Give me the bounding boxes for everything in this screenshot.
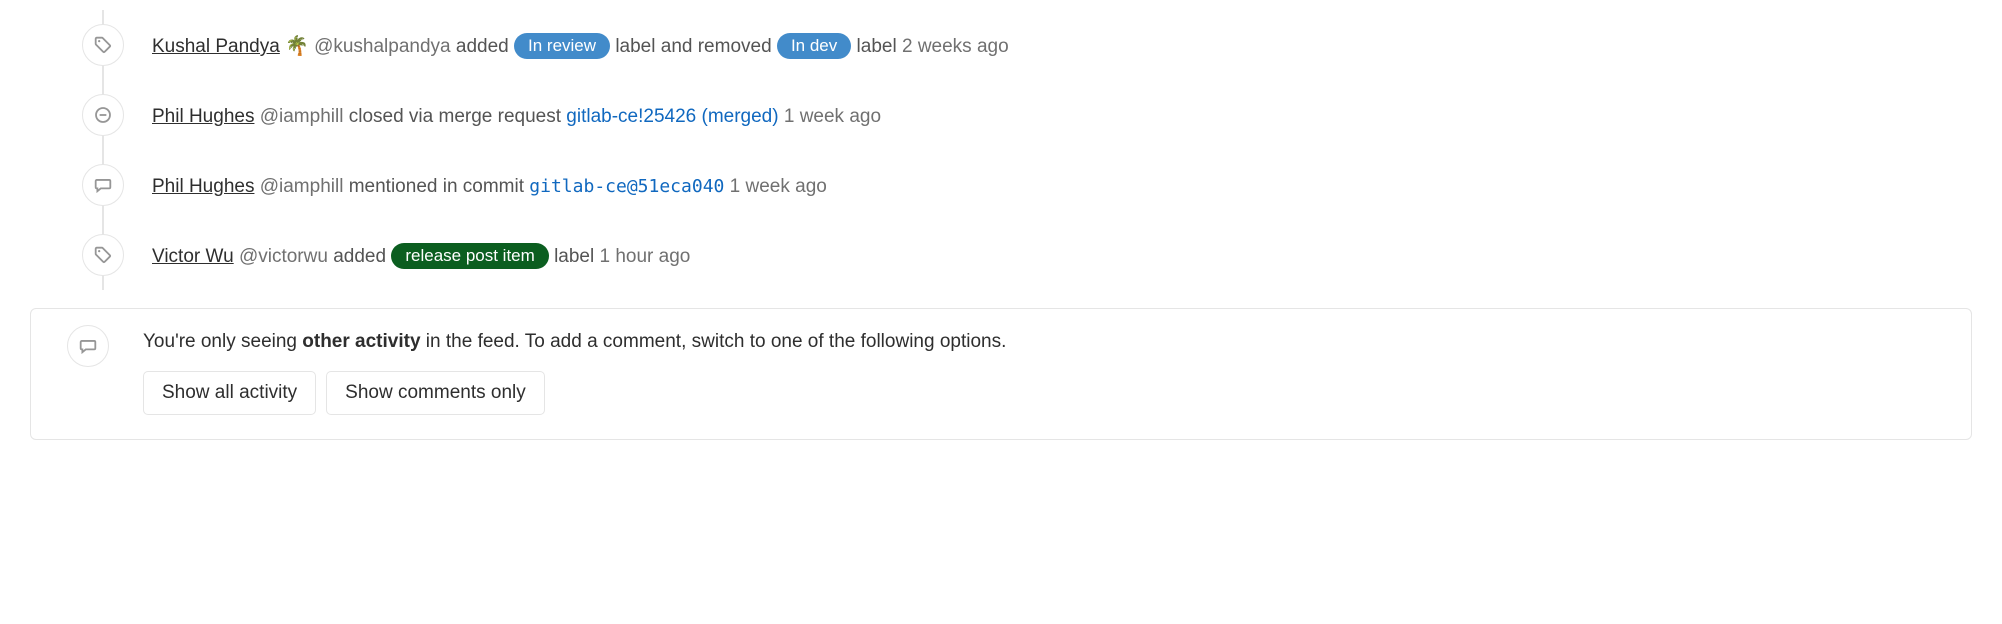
comment-icon [82,164,124,206]
author-link[interactable]: Victor Wu [152,246,234,267]
activity-filter-notice: You're only seeing other activity in the… [30,308,1972,440]
label-badge[interactable]: In review [514,33,610,59]
activity-item: Phil Hughes @iamphill closed via merge r… [30,80,1972,150]
timestamp: 1 hour ago [600,246,691,267]
username[interactable]: @victorwu [239,246,328,267]
action-text: added [333,246,386,267]
label-icon [82,24,124,66]
author-link[interactable]: Kushal Pandya [152,36,280,57]
show-all-activity-button[interactable]: Show all activity [143,371,316,415]
merge-request-link[interactable]: gitlab-ce!25426 (merged) [566,106,778,127]
username[interactable]: @iamphill [260,176,344,197]
comment-icon [67,325,109,367]
action-text: closed via merge request [349,106,561,127]
commit-link[interactable]: gitlab-ce@51eca040 [529,176,724,197]
activity-item: Victor Wu @victorwu added release post i… [30,220,1972,290]
action-text: added [456,36,509,57]
filter-message: You're only seeing other activity in the… [143,331,1006,353]
status-emoji: 🌴 [285,32,309,62]
closed-icon [82,94,124,136]
action-text: label [857,36,897,57]
activity-item: Phil Hughes @iamphill mentioned in commi… [30,150,1972,220]
show-comments-only-button[interactable]: Show comments only [326,371,545,415]
timestamp: 1 week ago [784,106,881,127]
label-badge[interactable]: release post item [391,243,548,269]
activity-item: Kushal Pandya 🌴 @kushalpandya added In r… [30,10,1972,80]
author-link[interactable]: Phil Hughes [152,106,254,127]
action-text: label [554,246,594,267]
timestamp: 2 weeks ago [902,36,1009,57]
timestamp: 1 week ago [730,176,827,197]
author-link[interactable]: Phil Hughes [152,176,254,197]
action-text: mentioned in commit [349,176,524,197]
username[interactable]: @kushalpandya [314,36,451,57]
username[interactable]: @iamphill [260,106,344,127]
action-text: label and removed [615,36,771,57]
label-icon [82,234,124,276]
label-badge[interactable]: In dev [777,33,851,59]
